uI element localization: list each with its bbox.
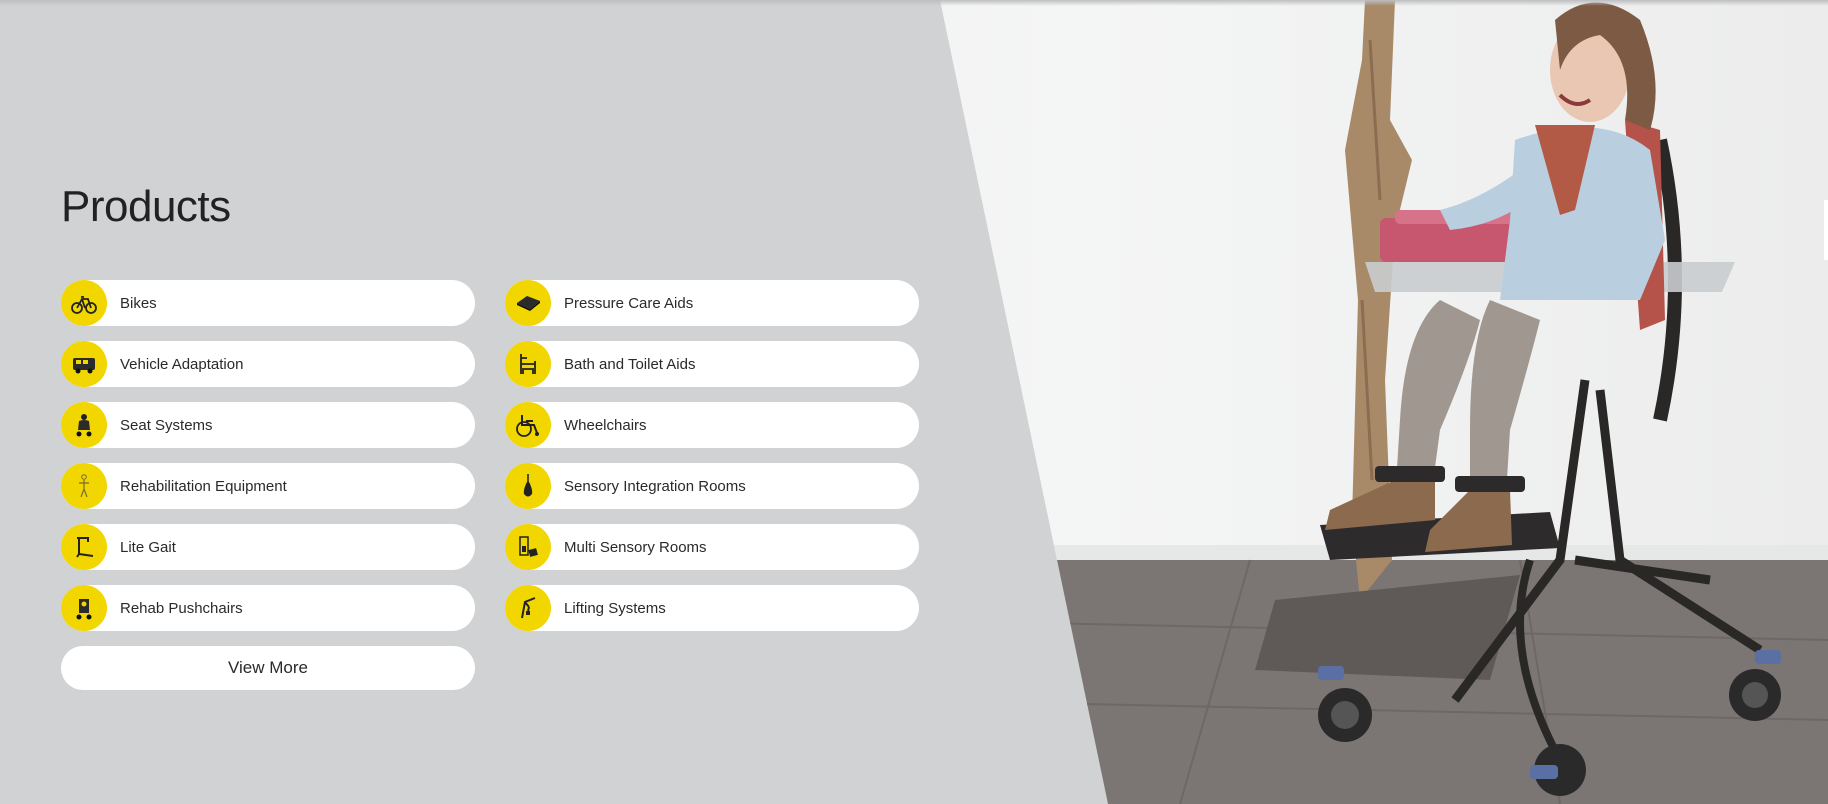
cushion-icon: [505, 280, 551, 326]
product-label: Pressure Care Aids: [564, 294, 694, 312]
product-item-bath-and-toilet-aids[interactable]: Bath and Toilet Aids: [505, 341, 919, 387]
product-item-pressure-care-aids[interactable]: Pressure Care Aids: [505, 280, 919, 326]
product-label: Bikes: [120, 294, 157, 312]
product-label: Wheelchairs: [564, 416, 647, 434]
product-label: Multi Sensory Rooms: [564, 538, 707, 556]
product-item-bikes[interactable]: Bikes: [61, 280, 475, 326]
product-label: Bath and Toilet Aids: [564, 355, 696, 373]
product-label: Lite Gait: [120, 538, 176, 556]
product-label: Lifting Systems: [564, 599, 666, 617]
product-item-sensory-integration-rooms[interactable]: Sensory Integration Rooms: [505, 463, 919, 509]
product-label: Seat Systems: [120, 416, 213, 434]
sensory-panel-icon: [505, 524, 551, 570]
product-item-vehicle-adaptation[interactable]: Vehicle Adaptation: [61, 341, 475, 387]
product-label: Rehabilitation Equipment: [120, 477, 287, 495]
product-item-lite-gait[interactable]: Lite Gait: [61, 524, 475, 570]
lift-icon: [505, 585, 551, 631]
pushchair-icon: [61, 585, 107, 631]
bath-chair-icon: [505, 341, 551, 387]
product-item-rehabilitation-equipment[interactable]: Rehabilitation Equipment: [61, 463, 475, 509]
seat-icon: [61, 402, 107, 448]
product-label: Rehab Pushchairs: [120, 599, 243, 617]
page-title: Products: [61, 182, 231, 231]
swing-icon: [505, 463, 551, 509]
body-figure-icon: [61, 463, 107, 509]
van-icon: [61, 341, 107, 387]
side-edge-tab: [1824, 200, 1828, 260]
product-item-rehab-pushchairs[interactable]: Rehab Pushchairs: [61, 585, 475, 631]
product-item-wheelchairs[interactable]: Wheelchairs: [505, 402, 919, 448]
bike-icon: [61, 280, 107, 326]
product-label: Sensory Integration Rooms: [564, 477, 746, 495]
product-item-lifting-systems[interactable]: Lifting Systems: [505, 585, 919, 631]
gait-trainer-icon: [61, 524, 107, 570]
wheelchair-icon: [505, 402, 551, 448]
product-label: Vehicle Adaptation: [120, 355, 244, 373]
top-shadow: [0, 0, 1828, 6]
view-more-button[interactable]: View More: [61, 646, 475, 690]
product-item-seat-systems[interactable]: Seat Systems: [61, 402, 475, 448]
product-item-multi-sensory-rooms[interactable]: Multi Sensory Rooms: [505, 524, 919, 570]
